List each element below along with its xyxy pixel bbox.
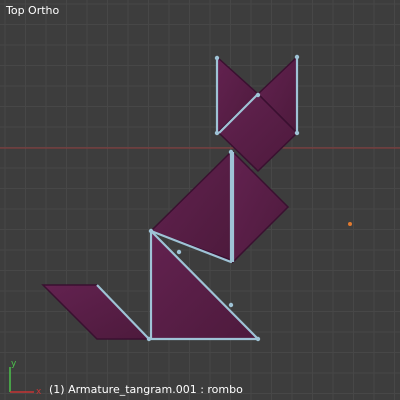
gizmo-x-label: x [36, 387, 42, 397]
joint-point[interactable] [294, 54, 300, 60]
joint-point[interactable] [214, 130, 220, 136]
tangram-pieces [41, 55, 299, 340]
joint-point[interactable] [228, 302, 234, 308]
joint-point[interactable] [255, 336, 261, 342]
joint-point[interactable] [228, 149, 234, 155]
viewport-canvas[interactable]: y x [0, 0, 400, 400]
joint-point[interactable] [214, 55, 220, 61]
view-name-label: Top Ortho [6, 4, 60, 17]
joint-point[interactable] [255, 92, 261, 98]
joint-point[interactable] [146, 336, 152, 342]
gizmo-y-label: y [11, 359, 17, 369]
joint-point[interactable] [176, 249, 182, 255]
joint-point[interactable] [294, 130, 300, 136]
3d-viewport[interactable]: y x Top Ortho (1) Armature_tangram.001 :… [0, 0, 400, 400]
origin-marker-icon [348, 222, 352, 226]
active-object-status: (1) Armature_tangram.001 : rombo [49, 383, 243, 396]
joint-point[interactable] [148, 228, 154, 234]
